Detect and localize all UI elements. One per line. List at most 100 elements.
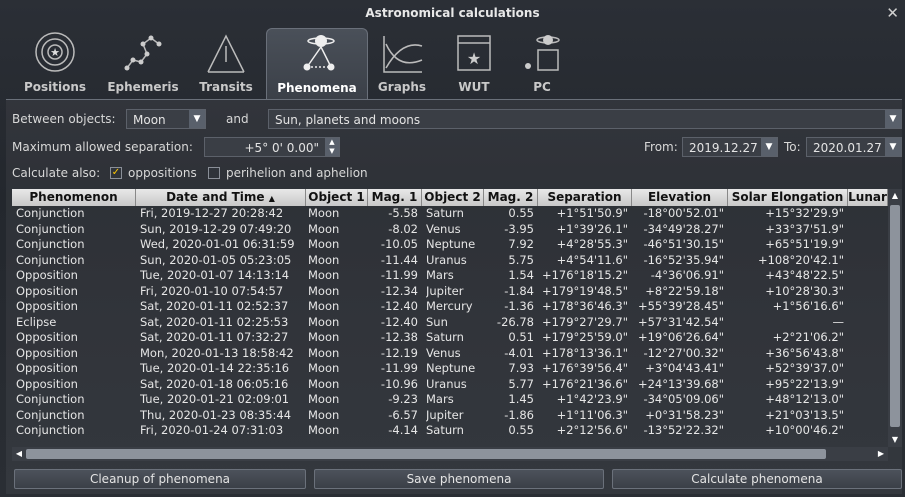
tab-wut[interactable]: ★ WUT [444, 28, 504, 98]
col-mag2[interactable]: Mag. 2 [484, 189, 538, 206]
col-solar-elongation[interactable]: Solar Elongation [728, 189, 848, 206]
table-cell: Saturn [426, 330, 464, 344]
table-cell: Conjunction [16, 206, 85, 220]
object1-select[interactable]: Moon ▼ [126, 109, 206, 129]
object2-select[interactable]: Sun, planets and moons ▼ [268, 109, 902, 129]
table-cell: +95°22'13.9" [765, 376, 844, 391]
perihelion-checkbox[interactable] [208, 167, 220, 179]
table-row[interactable]: Conjunction Sun, 2019-12-29 07:49:20 Moon -… [12, 222, 888, 237]
tab-pc[interactable]: PC [512, 28, 572, 98]
max-separation-value: +5° 0' 0.00" [244, 141, 320, 155]
table-row[interactable]: Conjunction Fri, 2020-01-24 07:31:03 Moon -… [12, 423, 888, 438]
table-cell: Moon [308, 330, 340, 344]
table-cell: -16°52'35.94" [643, 252, 724, 267]
vertical-scrollbar[interactable]: ▲ ▼ [888, 189, 902, 447]
horizontal-scrollbar[interactable]: ◀ ▶ [12, 447, 888, 461]
chevron-down-icon: ▼ [761, 138, 777, 156]
table-cell: Wed, 2020-01-01 06:31:59 [140, 237, 295, 251]
table-cell: -6.57 [388, 407, 418, 422]
table-cell: Moon [308, 268, 340, 282]
col-date-time[interactable]: Date and Time ▲ [136, 189, 306, 206]
table-cell: +36°56'43.8" [765, 345, 844, 360]
tab-label: PC [533, 80, 551, 94]
oppositions-checkbox[interactable]: ✓ [110, 167, 122, 179]
table-row[interactable]: Conjunction Sun, 2020-01-05 05:23:05 Moon -… [12, 253, 888, 268]
scroll-down-icon[interactable]: ▼ [888, 433, 902, 447]
table-cell: Mercury [426, 299, 473, 313]
table-cell: Moon [308, 314, 340, 329]
and-label: and [226, 112, 249, 126]
col-elevation[interactable]: Elevation [632, 189, 728, 206]
table-cell: -12.38 [380, 330, 418, 344]
table-cell: Opposition [16, 345, 78, 360]
table-cell: Sat, 2020-01-11 02:25:53 [140, 314, 289, 329]
scroll-left-icon[interactable]: ◀ [12, 447, 26, 461]
col-object1[interactable]: Object 1 [306, 189, 368, 206]
tab-phenomena[interactable]: Phenomena [266, 28, 368, 99]
table-cell: Moon [308, 407, 340, 422]
table-cell: +1°11'06.3" [556, 407, 628, 422]
table-row[interactable]: Opposition Fri, 2020-01-10 07:54:57 Moon -1… [12, 284, 888, 299]
table-cell: Saturn [426, 206, 464, 220]
save-phenomena-button[interactable]: Save phenomena [314, 469, 604, 489]
table-cell: +10°00'46.2" [765, 423, 844, 437]
from-date-value: 2019.12.27 [689, 141, 758, 155]
table-cell: -18°00'52.01" [643, 206, 724, 220]
cleanup-phenomena-button[interactable]: Cleanup of phenomena [14, 469, 306, 489]
tab-graphs[interactable]: Graphs [372, 28, 432, 98]
to-date-field[interactable]: 2020.01.27 ▼ [806, 137, 902, 157]
table-cell: Sat, 2020-01-18 06:05:16 [140, 376, 289, 391]
scroll-up-icon[interactable]: ▲ [888, 189, 902, 203]
col-phenomenon[interactable]: Phenomenon [12, 189, 136, 206]
table-row[interactable]: Opposition Tue, 2020-01-07 14:13:14 Moon -1… [12, 268, 888, 283]
table-row[interactable]: Conjunction Wed, 2020-01-01 06:31:59 Moon -… [12, 237, 888, 252]
table-row[interactable]: Opposition Sat, 2020-01-18 06:05:16 Moon -1… [12, 377, 888, 392]
to-date-value: 2020.01.27 [813, 141, 882, 155]
close-icon[interactable]: ✕ [886, 0, 899, 26]
table-cell: +178°36'46.3" [541, 299, 628, 313]
tab-positions[interactable]: ★ Positions [14, 28, 96, 98]
to-label: To: [784, 140, 801, 154]
table-cell: +21°03'13.5" [765, 407, 844, 422]
scroll-thumb[interactable] [26, 449, 826, 459]
table-cell: 5.77 [508, 376, 534, 391]
table-cell: +179°27'29.7" [541, 314, 628, 329]
table-cell: 1.54 [508, 268, 534, 282]
col-mag1[interactable]: Mag. 1 [368, 189, 422, 206]
table-cell: +55°39'28.45" [637, 299, 724, 313]
table-row[interactable]: Eclipse Sat, 2020-01-11 02:25:53 Moon -12.4… [12, 315, 888, 330]
table-cell: 7.92 [508, 237, 534, 251]
table-cell: -1.36 [504, 299, 534, 313]
table-cell: -4.14 [388, 423, 418, 437]
col-separation[interactable]: Separation [538, 189, 632, 206]
table-row[interactable]: Opposition Sat, 2020-01-11 02:52:37 Moon -1… [12, 299, 888, 314]
col-object2[interactable]: Object 2 [422, 189, 484, 206]
col-lunar[interactable]: Lunar [848, 189, 888, 206]
table-cell: Uranus [426, 252, 467, 267]
table-cell: +57°31'42.54" [637, 314, 724, 329]
scroll-thumb[interactable] [890, 205, 900, 427]
table-cell: 0.51 [508, 330, 534, 344]
table-cell: 5.75 [508, 252, 534, 267]
table-cell: -12°27'00.32" [643, 345, 724, 360]
table-row[interactable]: Opposition Sat, 2020-01-11 07:32:27 Moon -1… [12, 330, 888, 345]
tab-ephemeris[interactable]: Ephemeris [102, 28, 184, 98]
table-cell: +176°39'56.4" [541, 361, 628, 375]
max-separation-spinbox[interactable]: +5° 0' 0.00" ▲ ▼ [204, 137, 340, 157]
tab-transits[interactable]: Transits [190, 28, 262, 98]
scroll-right-icon[interactable]: ▶ [874, 447, 888, 461]
table-row[interactable]: Conjunction Tue, 2020-01-21 02:09:01 Moon -… [12, 392, 888, 407]
from-date-field[interactable]: 2019.12.27 ▼ [682, 137, 778, 157]
table-row[interactable]: Conjunction Fri, 2019-12-27 20:28:42 Moon -… [12, 206, 888, 221]
table-row[interactable]: Conjunction Thu, 2020-01-23 08:35:44 Moon -… [12, 408, 888, 423]
calculate-phenomena-button[interactable]: Calculate phenomena [612, 469, 902, 489]
spin-arrows-icon[interactable]: ▲ ▼ [325, 138, 339, 156]
table-row[interactable]: Opposition Tue, 2020-01-14 22:35:16 Moon -1… [12, 361, 888, 376]
table-cell: -11.99 [380, 268, 418, 282]
tab-label: Transits [199, 80, 253, 94]
table-cell: +65°51'19.9" [765, 237, 844, 251]
table-cell: +176°18'15.2" [541, 268, 628, 282]
table-row[interactable]: Opposition Mon, 2020-01-13 18:58:42 Moon -1… [12, 346, 888, 361]
table-cell: Eclipse [16, 314, 57, 329]
table-cell: Moon [308, 361, 340, 375]
